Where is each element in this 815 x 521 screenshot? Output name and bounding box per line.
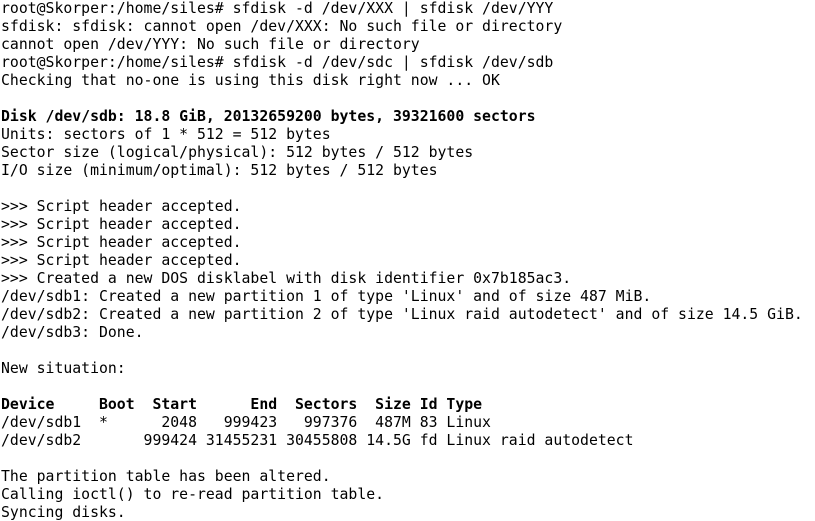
disk-summary-line: Disk /dev/sdb: 18.8 GiB, 20132659200 byt… xyxy=(1,108,536,125)
terminal-line: >>> Script header accepted. xyxy=(1,216,242,233)
partition-table-header: Device Boot Start End Sectors Size Id Ty… xyxy=(1,396,483,413)
terminal-output[interactable]: root@Skorper:/home/siles# sfdisk -d /dev… xyxy=(0,0,815,521)
partition-table-row: /dev/sdb1 * 2048 999423 997376 487M 83 L… xyxy=(1,414,491,431)
terminal-line: >>> Script header accepted. xyxy=(1,252,242,269)
terminal-line: root@Skorper:/home/siles# sfdisk -d /dev… xyxy=(1,54,554,71)
terminal-line: Checking that no-one is using this disk … xyxy=(1,72,500,89)
terminal-line: Syncing disks. xyxy=(1,504,126,521)
terminal-line: cannot open /dev/YYY: No such file or di… xyxy=(1,36,420,53)
terminal-line: sfdisk: sfdisk: cannot open /dev/XXX: No… xyxy=(1,18,563,35)
terminal-line: /dev/sdb1: Created a new partition 1 of … xyxy=(1,288,652,305)
terminal-line: >>> Created a new DOS disklabel with dis… xyxy=(1,270,572,287)
terminal-line: >>> Script header accepted. xyxy=(1,198,242,215)
terminal-line: Units: sectors of 1 * 512 = 512 bytes xyxy=(1,126,331,143)
terminal-line: >>> Script header accepted. xyxy=(1,234,242,251)
terminal-line: The partition table has been altered. xyxy=(1,468,331,485)
partition-table-row: /dev/sdb2 999424 31455231 30455808 14.5G… xyxy=(1,432,634,449)
terminal-line: New situation: xyxy=(1,360,126,377)
terminal-line: root@Skorper:/home/siles# sfdisk -d /dev… xyxy=(1,0,554,17)
terminal-line: I/O size (minimum/optimal): 512 bytes / … xyxy=(1,162,438,179)
terminal-line: /dev/sdb2: Created a new partition 2 of … xyxy=(1,306,803,323)
terminal-line: /dev/sdb3: Done. xyxy=(1,324,144,341)
terminal-line: Sector size (logical/physical): 512 byte… xyxy=(1,144,474,161)
terminal-line: Calling ioctl() to re-read partition tab… xyxy=(1,486,385,503)
